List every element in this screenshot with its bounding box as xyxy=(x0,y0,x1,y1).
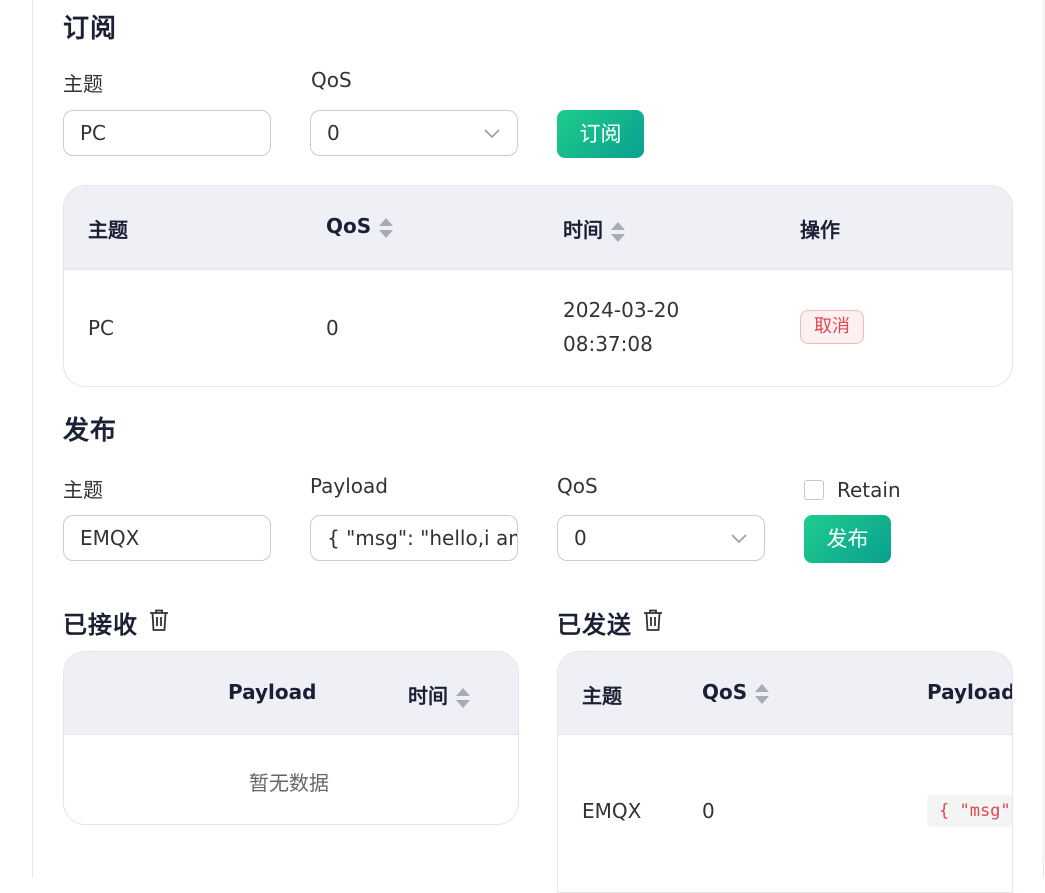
sort-icon[interactable] xyxy=(611,221,625,243)
column-header-qos-label: QoS xyxy=(326,214,372,238)
row-payload: { "msg": xyxy=(927,795,1012,827)
publish-topic-label: 主题 xyxy=(63,478,103,502)
trash-icon[interactable] xyxy=(148,608,170,632)
received-table-header: Payload 时间 xyxy=(64,652,518,735)
retain-label: Retain xyxy=(837,478,901,502)
unsubscribe-button[interactable]: 取消 xyxy=(800,310,864,344)
column-header-action: 操作 xyxy=(800,218,840,242)
column-header-time[interactable]: 时间 xyxy=(408,680,470,709)
row-qos: 0 xyxy=(702,799,715,823)
publish-button[interactable]: 发布 xyxy=(804,515,891,563)
row-date: 2024-03-20 xyxy=(563,298,680,322)
row-topic: EMQX xyxy=(582,799,642,823)
subscribe-section-title: 订阅 xyxy=(63,14,118,44)
subscribe-qos-label: QoS xyxy=(311,68,352,92)
column-header-time-label: 时间 xyxy=(408,684,448,708)
publish-payload-label: Payload xyxy=(310,474,388,498)
sent-table: 主题 QoS Payload EMQX 0 { "msg": xyxy=(557,651,1013,893)
chevron-down-icon xyxy=(484,129,500,139)
column-header-qos-label: QoS xyxy=(702,680,748,704)
column-header-payload: Payload xyxy=(228,680,317,704)
publish-payload-input[interactable]: { "msg": "hello,i am xyxy=(310,515,518,561)
subscribe-topic-label: 主题 xyxy=(63,72,103,96)
sort-icon[interactable] xyxy=(456,687,470,709)
row-qos: 0 xyxy=(326,316,339,340)
sent-table-header: 主题 QoS Payload xyxy=(558,652,1012,735)
sort-icon[interactable] xyxy=(755,683,770,705)
trash-icon[interactable] xyxy=(642,608,664,632)
subscriptions-table-header: 主题 QoS 时间 操作 xyxy=(64,186,1012,270)
subscribe-qos-value: 0 xyxy=(327,121,340,145)
column-header-qos[interactable]: QoS xyxy=(326,214,394,239)
column-header-payload: Payload xyxy=(927,680,1013,704)
sent-section-title: 已发送 xyxy=(557,611,632,639)
publish-qos-select[interactable]: 0 xyxy=(557,515,765,561)
retain-checkbox[interactable] xyxy=(804,480,824,500)
received-section-title: 已接收 xyxy=(63,611,138,639)
received-table: Payload 时间 暂无数据 xyxy=(63,651,519,825)
chevron-down-icon xyxy=(731,534,747,544)
publish-topic-input[interactable]: EMQX xyxy=(63,515,271,561)
publish-qos-label: QoS xyxy=(557,474,598,498)
subscribe-button[interactable]: 订阅 xyxy=(557,110,644,158)
column-header-time-label: 时间 xyxy=(563,218,603,242)
column-header-topic: 主题 xyxy=(582,684,622,708)
subscriptions-table: 主题 QoS 时间 操作 PC 0 2024-03-20 08:37:08 取消 xyxy=(63,185,1013,387)
column-header-qos[interactable]: QoS xyxy=(702,680,770,705)
subscribe-topic-input[interactable]: PC xyxy=(63,110,271,156)
publish-qos-value: 0 xyxy=(574,526,587,550)
row-time: 08:37:08 xyxy=(563,332,653,356)
column-header-topic: 主题 xyxy=(88,218,128,242)
empty-state-text: 暂无数据 xyxy=(249,771,329,795)
publish-section-title: 发布 xyxy=(63,416,118,446)
row-topic: PC xyxy=(88,316,115,340)
column-header-time[interactable]: 时间 xyxy=(563,214,625,243)
sort-icon[interactable] xyxy=(379,217,394,239)
subscribe-qos-select[interactable]: 0 xyxy=(310,110,518,156)
